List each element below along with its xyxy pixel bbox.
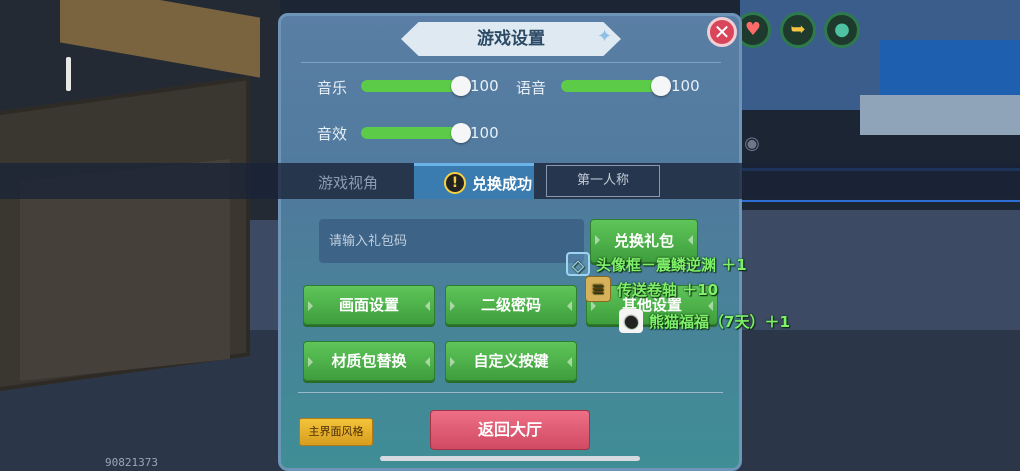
custom-keys-button[interactable]: 自定义按键 [445, 341, 577, 381]
title-ornament-right: ✦ [597, 26, 613, 47]
toast-text: 兑换成功 [472, 174, 533, 193]
stairs [860, 95, 1020, 135]
texture-pack-button[interactable]: 材质包替换 [303, 341, 435, 381]
voice-label: 语音 [516, 79, 547, 97]
music-value: 100 [470, 77, 499, 95]
sfx-slider-fill [361, 127, 461, 139]
music-slider-fill [361, 80, 461, 92]
back-to-lobby-button[interactable]: 返回大厅 [430, 410, 590, 450]
avatar-frame-icon: ◇ [566, 252, 590, 276]
reward-text: 头像框－震鳞逆渊 ＋1 [596, 255, 747, 274]
warning-icon: ! [444, 172, 466, 194]
toast-message: ! 兑换成功 [444, 170, 532, 196]
joystick-indicator[interactable] [66, 57, 71, 91]
arrow-icon[interactable]: ➥ [780, 12, 816, 48]
voice-slider-fill [561, 80, 661, 92]
close-button[interactable]: ✕ [707, 17, 737, 47]
dialog-title: 游戏设置 [401, 22, 621, 56]
second-password-button[interactable]: 二级密码 [445, 285, 577, 325]
music-slider-knob[interactable] [451, 76, 471, 96]
title-divider [301, 62, 721, 63]
sfx-slider-knob[interactable] [451, 123, 471, 143]
graphics-settings-button[interactable]: 画面设置 [303, 285, 435, 325]
drop-icon[interactable]: ● [824, 12, 860, 48]
home-indicator [380, 456, 640, 461]
reward-text: 传送卷轴 ＋10 [617, 280, 719, 299]
sfx-label: 音效 [317, 125, 348, 143]
voice-slider[interactable] [561, 76, 671, 96]
bottom-divider [298, 392, 723, 393]
music-slider[interactable] [361, 76, 471, 96]
voice-slider-knob[interactable] [651, 76, 671, 96]
close-icon: ✕ [713, 20, 731, 44]
user-id: 90821373 [105, 456, 158, 469]
music-label: 音乐 [317, 79, 348, 97]
reward-text: 熊猫福福（7天）＋1 [649, 312, 790, 331]
reward-notice: ● 熊猫福福（7天）＋1 [619, 309, 790, 333]
panda-icon: ● [619, 309, 643, 333]
reward-notice: ≡ 传送卷轴 ＋10 [585, 276, 718, 302]
view-label: 游戏视角 [318, 174, 379, 192]
eye-icon[interactable]: ◉ [741, 133, 763, 155]
floor-line-2 [740, 200, 1020, 202]
sfx-slider[interactable] [361, 123, 471, 143]
home-style-button[interactable]: 主界面风格 [299, 418, 373, 446]
gift-code-input[interactable] [319, 219, 584, 263]
view-tab-first-person[interactable]: 第一人称 [546, 165, 660, 197]
sfx-value: 100 [470, 124, 499, 142]
reward-notice: ◇ 头像框－震鳞逆渊 ＋1 [566, 252, 747, 276]
voice-value: 100 [671, 77, 700, 95]
teleport-scroll-icon: ≡ [585, 276, 611, 302]
